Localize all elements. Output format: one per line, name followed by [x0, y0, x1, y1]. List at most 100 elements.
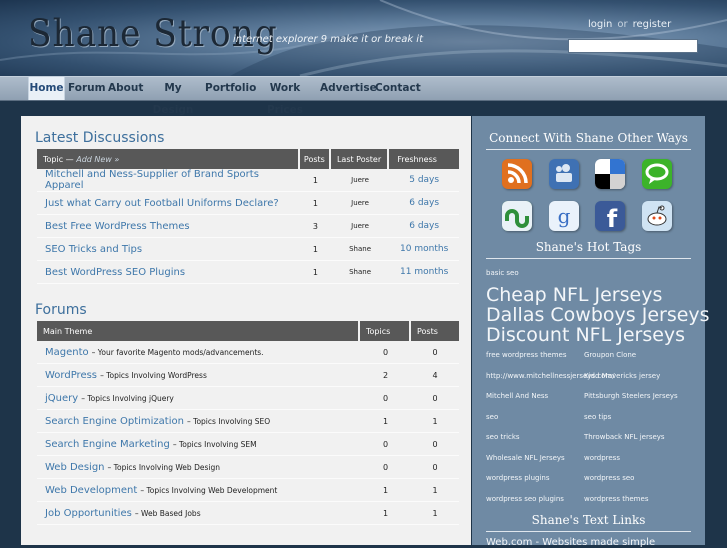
forum-title-cell: Search Engine Marketing – Topics Involvi… [37, 433, 360, 456]
tag-link[interactable]: Kidd Mavericks jersey [584, 372, 660, 380]
forum-title-link[interactable]: Web Design [45, 462, 105, 473]
tag-link[interactable]: Pittsburgh Steelers Jerseys [584, 392, 678, 400]
discussion-freshness[interactable]: 6 days [389, 192, 459, 215]
forum-posts-count: 4 [411, 364, 459, 387]
forum-title-link[interactable]: Magento [45, 347, 89, 358]
nav-item-home[interactable]: Home [28, 77, 65, 100]
forum-description: – Your favorite Magento mods/advancement… [91, 347, 264, 357]
tag-link[interactable]: wordpress seo plugins [486, 495, 564, 503]
topic-column-header: Topic — Add New » [37, 149, 300, 169]
tag-link[interactable]: wordpress [584, 454, 620, 462]
myspace-icon[interactable] [549, 159, 579, 189]
forum-title-link[interactable]: Search Engine Optimization [45, 416, 184, 427]
register-link[interactable]: register [633, 19, 672, 30]
facebook-icon[interactable]: f [595, 201, 625, 231]
rss-icon[interactable] [502, 159, 532, 189]
google-icon[interactable]: g [549, 201, 579, 231]
forum-title-link[interactable]: jQuery [45, 393, 78, 404]
forum-topics-count: 0 [360, 341, 411, 364]
forum-posts-count: 1 [411, 502, 459, 525]
discussion-title-link[interactable]: Best WordPress SEO Plugins [45, 267, 185, 278]
discussion-last-poster[interactable]: Juere [330, 192, 390, 215]
discussion-posts-count: 1 [299, 192, 331, 215]
tag-link[interactable]: Wholesale NFL Jerseys [486, 454, 565, 462]
discussion-last-poster[interactable]: Shane [330, 261, 390, 284]
discussion-title-cell: Best Free WordPress Themes [37, 215, 300, 238]
reddit-icon[interactable] [642, 201, 672, 231]
search-input[interactable] [568, 39, 698, 53]
freshness-column-header: Freshness [389, 149, 459, 169]
forum-row: Web Design – Topics Involving Web Design… [37, 456, 459, 479]
forum-title-cell: jQuery – Topics Involving jQuery [37, 387, 360, 410]
tag-link[interactable]: wordpress plugins [486, 474, 550, 482]
forum-title-link[interactable]: Web Development [45, 485, 137, 496]
discussion-freshness[interactable]: 11 months [389, 261, 459, 284]
discussion-title-link[interactable]: Mitchell and Ness-Supplier of Brand Spor… [45, 169, 259, 191]
discussion-last-poster[interactable]: Shane [330, 238, 390, 261]
discussion-row: Best Free WordPress Themes 3 Juere 6 days [37, 215, 459, 238]
main-nav: Home Forum About My Design Portfolio Wor… [0, 76, 727, 116]
forum-row: Magento – Your favorite Magento mods/adv… [37, 341, 459, 364]
nav-item-about[interactable]: About [108, 77, 143, 100]
discussion-title-link[interactable]: Just what Carry out Football Uniforms De… [45, 198, 279, 209]
tag-link[interactable]: wordpress themes [584, 495, 648, 503]
tag-link[interactable]: free wordpress themes [486, 351, 567, 359]
login-link[interactable]: login [588, 19, 612, 30]
forum-title-link[interactable]: Job Opportunities [45, 508, 132, 519]
discussion-title-link[interactable]: SEO Tricks and Tips [45, 244, 142, 255]
topic-label: Topic — [43, 154, 74, 164]
tag-link[interactable]: Throwback NFL jerseys [584, 433, 665, 441]
discussion-title-cell: Best WordPress SEO Plugins [37, 261, 300, 284]
discussion-posts-count: 3 [299, 215, 331, 238]
add-new-topic-link[interactable]: Add New » [76, 155, 119, 164]
nav-item-contact[interactable]: Contact [375, 77, 421, 100]
nav-item-my-design[interactable]: My Design [146, 77, 200, 116]
account-links: login or register [588, 19, 671, 30]
forum-row: WordPress – Topics Involving WordPress 2 4 [37, 364, 459, 387]
tag-link[interactable]: Discount NFL Jerseys [486, 325, 685, 345]
connect-divider [486, 149, 691, 150]
discussion-row: Mitchell and Ness-Supplier of Brand Spor… [37, 169, 459, 192]
discussion-freshness[interactable]: 10 months [389, 238, 459, 261]
tag-link[interactable]: Groupon Clone [584, 351, 636, 359]
discussion-freshness[interactable]: 5 days [389, 169, 459, 192]
main-theme-column-header: Main Theme [37, 321, 360, 341]
nav-item-advertise[interactable]: Advertise [320, 77, 377, 100]
forums-rows: Magento – Your favorite Magento mods/adv… [37, 341, 459, 525]
forum-description: – Topics Involving jQuery [81, 393, 174, 403]
forum-posts-count: 0 [411, 387, 459, 410]
forum-description: – Topics Involving SEO [187, 416, 271, 426]
delicious-icon[interactable] [595, 159, 625, 189]
tag-link[interactable]: Mitchell And Ness [486, 392, 548, 400]
nav-item-forum[interactable]: Forum [68, 77, 106, 100]
forum-row: Search Engine Marketing – Topics Involvi… [37, 433, 459, 456]
forum-title-link[interactable]: WordPress [45, 370, 97, 381]
stumbleupon-icon[interactable] [502, 201, 532, 231]
forum-title-cell: Web Design – Topics Involving Web Design [37, 456, 360, 479]
discussion-title-link[interactable]: Best Free WordPress Themes [45, 221, 190, 232]
discussion-freshness[interactable]: 6 days [389, 215, 459, 238]
forum-title-cell: Magento – Your favorite Magento mods/adv… [37, 341, 360, 364]
text-link[interactable]: Web.com - Websites made simple [486, 537, 655, 548]
chat-bubble-icon[interactable] [642, 159, 672, 189]
tag-link[interactable]: Dallas Cowboys Jerseys [486, 305, 710, 325]
tag-link[interactable]: seo tips [584, 413, 611, 421]
tag-link[interactable]: Cheap NFL Jerseys [486, 285, 662, 305]
tag-link[interactable]: seo [486, 413, 498, 421]
nav-item-portfolio[interactable]: Portfolio [205, 77, 256, 100]
forum-title-link[interactable]: Search Engine Marketing [45, 439, 170, 450]
forum-topics-count: 2 [360, 364, 411, 387]
discussion-last-poster[interactable]: Juere [330, 169, 390, 192]
tag-link[interactable]: seo tricks [486, 433, 520, 441]
nav-item-work-prices[interactable]: Work Prices [255, 77, 315, 116]
discussion-last-poster[interactable]: Juere [330, 215, 390, 238]
discussion-title-cell: Just what Carry out Football Uniforms De… [37, 192, 300, 215]
text-links-divider [486, 531, 691, 532]
discussion-title-cell: Mitchell and Ness-Supplier of Brand Spor… [37, 169, 300, 192]
forum-topics-count: 0 [360, 456, 411, 479]
topics-column-header: Topics [360, 321, 411, 341]
tag-link[interactable]: basic seo [486, 269, 519, 277]
tag-link[interactable]: wordpress seo [584, 474, 634, 482]
text-links-heading: Shane's Text Links [531, 513, 646, 527]
forum-description: – Topics Involving Web Design [107, 462, 220, 472]
